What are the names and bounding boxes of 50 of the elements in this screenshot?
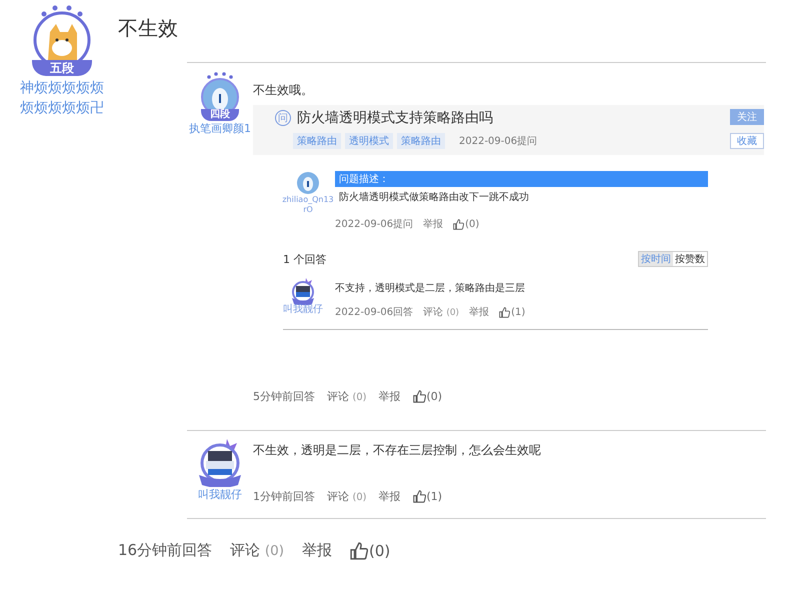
topic-tag[interactable]: 策略路由 (293, 133, 341, 149)
follow-button[interactable]: 关注 (730, 109, 764, 125)
question-title: 防火墙透明模式支持策略路由吗 (297, 109, 493, 127)
thumbs-up-icon[interactable] (350, 542, 368, 560)
sort-tab[interactable]: 按赞数 (673, 252, 707, 266)
question-icon: 问 (275, 110, 291, 126)
thumbs-up-icon[interactable] (453, 218, 464, 230)
report-link[interactable]: 举报 (423, 217, 444, 231)
report-link[interactable]: 举报 (378, 389, 400, 404)
answer-time: 1分钟前回答 (253, 489, 315, 504)
comment-link[interactable]: 评论 (0) (230, 541, 284, 560)
comment-link[interactable]: 评论 (0) (327, 389, 366, 404)
like-count: (0) (465, 218, 480, 230)
username-link[interactable]: 神烦烦烦烦烦烦烦烦烦烦卍 (15, 78, 109, 118)
thumbs-up-icon[interactable] (499, 306, 510, 318)
report-link[interactable]: 举报 (378, 489, 400, 504)
like-count: (1) (426, 490, 442, 503)
sort-tab[interactable]: 按时间 (639, 252, 673, 266)
bear-avatar-icon (296, 171, 320, 195)
comment-link[interactable]: 评论 (0) (423, 305, 460, 319)
bookmark-button[interactable]: 收藏 (730, 133, 764, 149)
comment-text: 不生效，透明是二层，不存在三层控制，怎么会生效呢 (253, 442, 542, 459)
level-label: 五段 (32, 60, 92, 76)
comment-link[interactable]: 评论 (0) (327, 489, 366, 504)
question-description: 防火墙透明模式做策略路由改下一跳不成功 (338, 190, 530, 205)
thumbs-up-icon[interactable] (412, 490, 426, 503)
answer-time: 5分钟前回答 (253, 389, 315, 404)
username-link[interactable]: 叫我靓仔 (198, 487, 242, 502)
question-date: 2022-09-06提问 (335, 218, 414, 231)
thumbs-up-icon[interactable] (412, 390, 426, 403)
answer-time: 16分钟前回答 (118, 541, 212, 560)
username-link[interactable]: 执笔画卿颜1 (189, 121, 251, 136)
like-count: (0) (426, 390, 442, 403)
username-link[interactable]: zhiliao_Qn13rO (282, 195, 334, 215)
answer-date: 2022-09-06回答 (335, 306, 414, 319)
level-label: 四段 (201, 109, 239, 121)
answer-text: 不支持，透明模式是二层，策略路由是三层 (335, 282, 526, 295)
report-link[interactable]: 举报 (302, 541, 332, 560)
topic-tag[interactable]: 策略路由 (397, 133, 445, 149)
description-label: 问题描述： (335, 171, 708, 187)
report-link[interactable]: 举报 (469, 305, 490, 319)
like-count: (0) (369, 542, 390, 560)
username-link[interactable]: 叫我靓仔 (277, 305, 329, 315)
comment-text: 不生效哦。 (253, 82, 314, 99)
answer-text: 不生效 (118, 16, 179, 40)
crown-avatar-icon (289, 277, 317, 305)
topic-tag[interactable]: 透明模式 (345, 133, 393, 149)
answer-count: 1 个回答 (283, 252, 326, 266)
like-count: (1) (511, 306, 526, 318)
question-date: 2022-09-06提问 (459, 135, 538, 148)
